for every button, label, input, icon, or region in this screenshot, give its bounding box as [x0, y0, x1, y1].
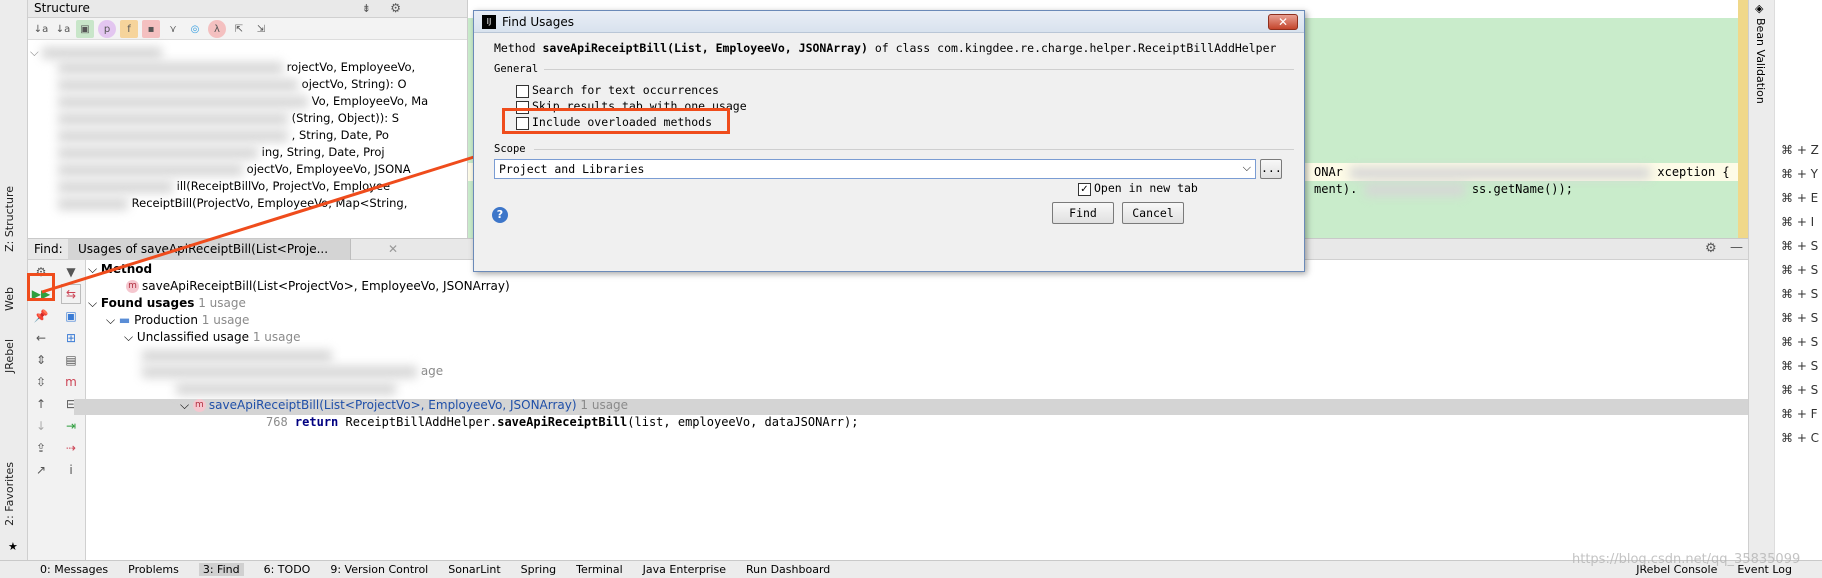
general-separator — [544, 69, 1294, 70]
open-new-tab-label: Open in new tab — [1094, 181, 1198, 195]
dialog-method-line: Method saveApiReceiptBill(List, Employee… — [494, 41, 1277, 55]
find-usages-dialog: IJ Find Usages ✕ Method saveApiReceiptBi… — [473, 10, 1305, 272]
scope-value: Project and Libraries — [499, 162, 645, 176]
scope-separator — [534, 149, 1294, 150]
general-label: General — [494, 63, 539, 75]
search-text-checkbox[interactable] — [516, 85, 529, 98]
chevron-down-icon: ⌵ — [1242, 161, 1251, 174]
search-text-label: Search for text occurrences — [532, 83, 719, 97]
open-new-tab-checkbox[interactable]: ✓ — [1078, 183, 1091, 196]
include-overloaded-highlight — [502, 108, 730, 134]
dialog-title: Find Usages — [502, 14, 575, 29]
scope-more-button[interactable]: ... — [1260, 159, 1282, 179]
cancel-button[interactable]: Cancel — [1122, 202, 1184, 224]
find-button[interactable]: Find — [1052, 202, 1114, 224]
help-button[interactable]: ? — [492, 207, 508, 223]
scope-label: Scope — [494, 143, 526, 155]
close-button[interactable]: ✕ — [1268, 14, 1298, 30]
dialog-title-bar: IJ Find Usages ✕ — [474, 11, 1304, 33]
scope-select[interactable]: Project and Libraries ⌵ — [494, 159, 1256, 179]
intellij-logo-icon: IJ — [482, 14, 496, 29]
